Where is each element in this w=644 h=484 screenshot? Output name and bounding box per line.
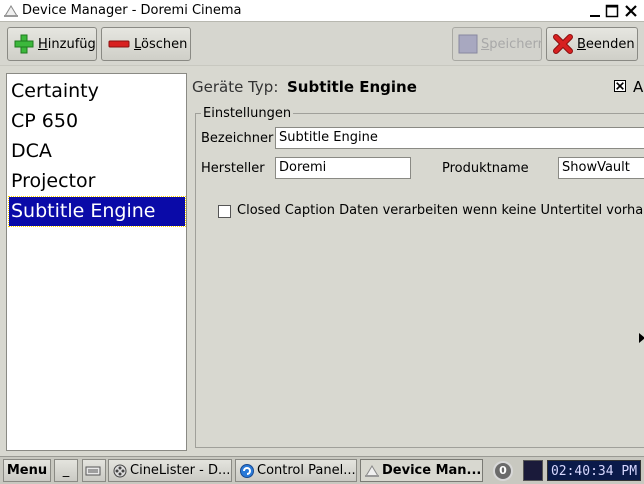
settings-group-title: Einstellungen	[201, 106, 294, 121]
notification-badge[interactable]: 0	[493, 461, 513, 481]
toolbar: Hinzufügen Löschen Speichern Beenden	[0, 22, 644, 66]
taskbar: Menu _ CineLister - D... Control Panel..…	[0, 456, 644, 484]
device-list-item[interactable]: Projector	[9, 167, 185, 196]
taskbar-item-cinelister[interactable]: CineLister - D...	[108, 459, 232, 482]
taskbar-item-label: Device Man...	[382, 463, 482, 478]
name-label: Bezeichner	[201, 131, 274, 146]
quit-button-label: Beenden	[577, 36, 635, 52]
active-checkbox[interactable]	[614, 80, 626, 92]
active-checkbox-label: A	[633, 78, 644, 96]
app-icon	[365, 464, 379, 477]
taskbar-item-control-panel[interactable]: Control Panel...	[235, 459, 357, 482]
save-icon	[458, 34, 478, 54]
control-panel-icon	[240, 463, 254, 478]
product-name-label: Produktname	[442, 161, 529, 176]
manufacturer-label: Hersteller	[201, 161, 265, 176]
minus-icon	[108, 40, 130, 48]
device-list[interactable]: Certainty CP 650 DCA Projector Subtitle …	[6, 73, 187, 451]
add-button-label: Hinzufügen	[38, 36, 96, 52]
device-details-panel: Geräte Typ: Subtitle Engine A Einstellun…	[191, 73, 644, 453]
closed-caption-label: Closed Caption Daten verarbeiten wenn ke…	[237, 203, 644, 218]
save-button[interactable]: Speichern	[452, 27, 542, 61]
add-button[interactable]: Hinzufügen	[7, 27, 97, 61]
closed-caption-checkbox[interactable]	[218, 205, 231, 218]
device-type-label: Geräte Typ:	[192, 78, 279, 96]
delete-button[interactable]: Löschen	[101, 27, 191, 61]
close-icon[interactable]	[623, 3, 639, 19]
title-bar: Device Manager - Doremi Cinema	[0, 0, 644, 22]
clock: 02:40:34 PM	[547, 460, 641, 481]
keyboard-icon	[85, 466, 101, 475]
name-field[interactable]: Subtitle Engine	[275, 127, 644, 149]
device-list-item[interactable]: DCA	[9, 137, 185, 166]
delete-button-label: Löschen	[134, 36, 188, 52]
manufacturer-field[interactable]: Doremi	[275, 157, 411, 179]
arrow-right-icon	[639, 333, 644, 343]
cross-icon	[553, 34, 573, 54]
device-list-item-selected[interactable]: Subtitle Engine	[8, 196, 186, 227]
window-title: Device Manager - Doremi Cinema	[22, 3, 242, 18]
keyboard-button[interactable]	[82, 459, 106, 482]
film-reel-icon	[113, 464, 127, 477]
show-desktop-button[interactable]: _	[54, 459, 78, 482]
taskbar-item-label: Control Panel...	[257, 463, 356, 478]
tray-indicator[interactable]	[523, 460, 543, 481]
taskbar-item-label: CineLister - D...	[130, 463, 231, 478]
start-menu-button[interactable]: Menu	[3, 459, 51, 482]
taskbar-item-device-manager[interactable]: Device Man...	[360, 459, 483, 482]
plus-icon	[14, 34, 34, 54]
product-name-field[interactable]: ShowVault	[558, 157, 644, 179]
device-type-value: Subtitle Engine	[287, 78, 417, 96]
device-list-item[interactable]: Certainty	[9, 77, 185, 106]
minimize-icon[interactable]	[587, 3, 603, 19]
device-list-item[interactable]: CP 650	[9, 107, 185, 136]
maximize-icon[interactable]	[604, 3, 620, 19]
quit-button[interactable]: Beenden	[546, 27, 638, 61]
save-button-label: Speichern	[481, 36, 542, 52]
app-icon	[4, 5, 18, 17]
